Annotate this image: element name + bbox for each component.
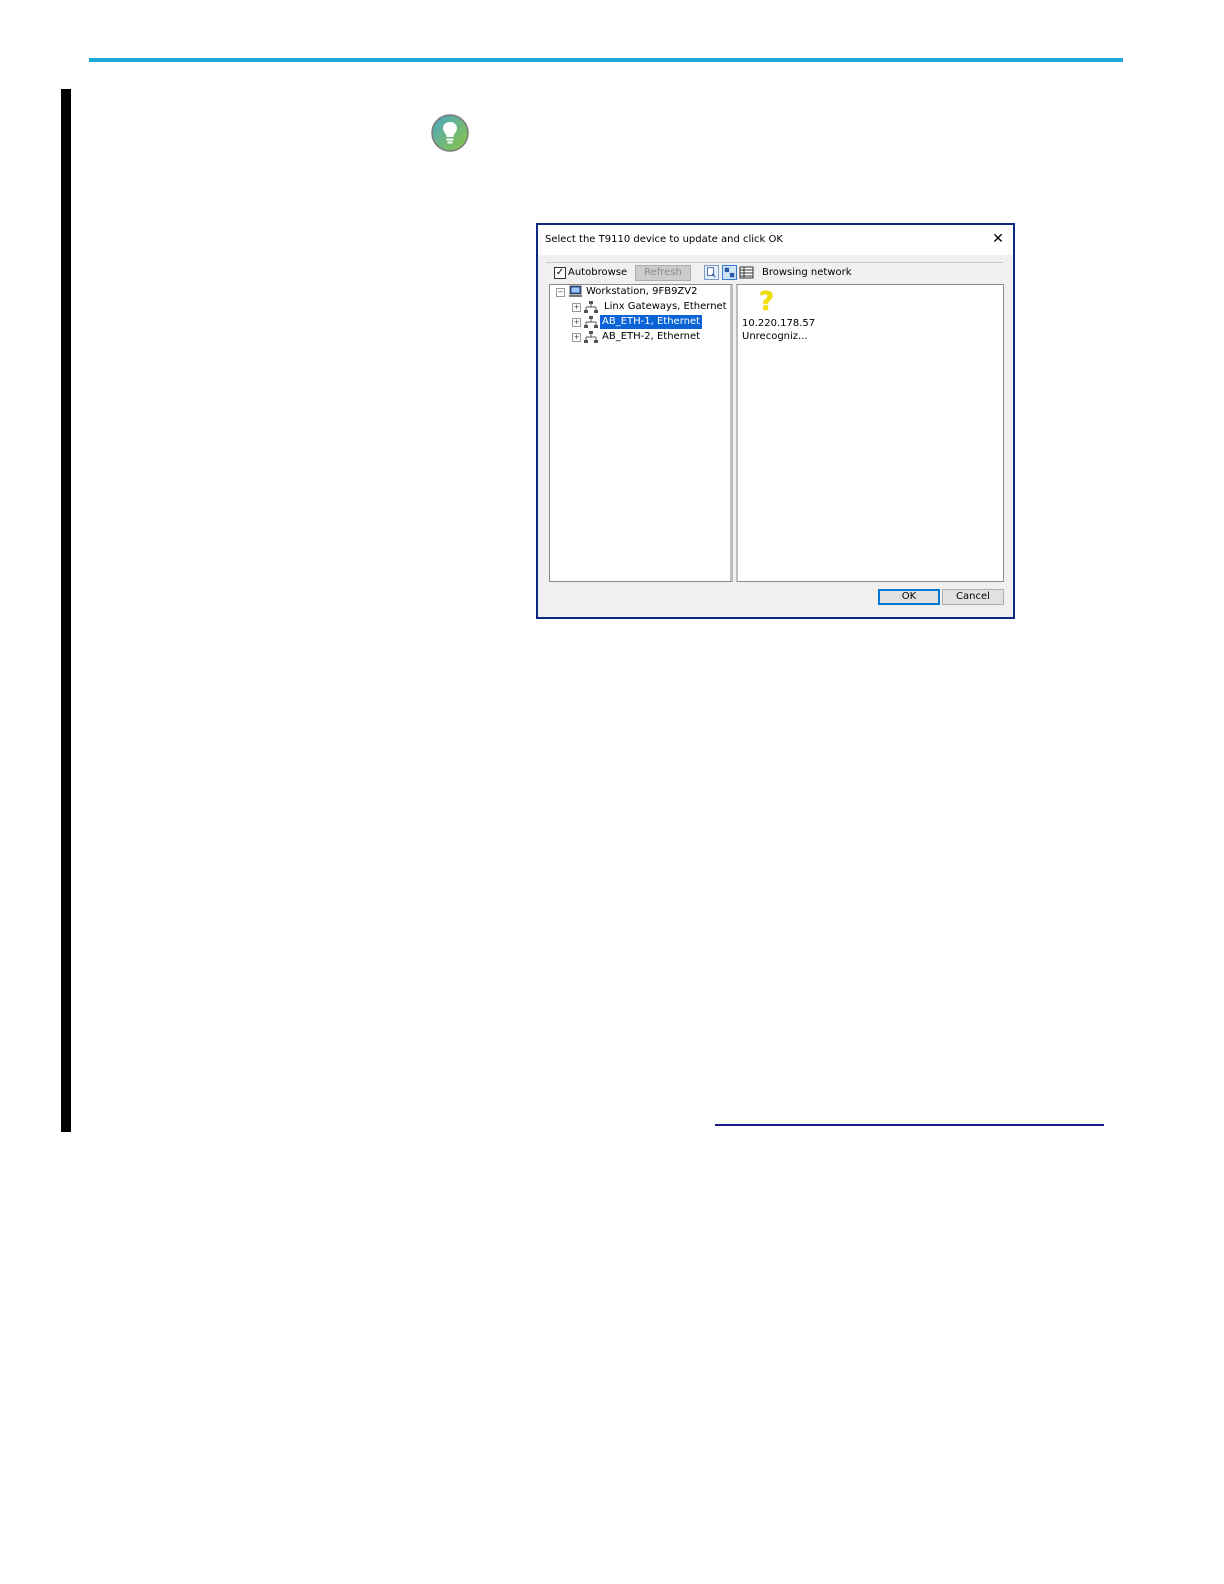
question-mark-icon: ? — [759, 287, 775, 317]
computer-icon — [569, 285, 582, 297]
expand-icon[interactable]: + — [572, 333, 581, 342]
dialog-titlebar: Select the T9110 device to update and cl… — [538, 225, 1013, 255]
tree-item-label: Linx Gateways, Ethernet — [604, 301, 727, 312]
browse-tree-icon[interactable] — [704, 265, 719, 280]
change-bar — [61, 89, 71, 1132]
refresh-button[interactable]: Refresh — [635, 265, 691, 281]
network-icon — [584, 316, 598, 328]
list-view-icon[interactable] — [739, 265, 754, 280]
toolbar-separator — [546, 262, 1003, 263]
close-button[interactable]: ✕ — [989, 230, 1007, 248]
network-icon — [584, 331, 598, 343]
ok-button[interactable]: OK — [878, 589, 940, 605]
network-tree[interactable]: − Workstation, 9FB9ZV2 + Linx Gateways, … — [549, 284, 733, 582]
autobrowse-label: Autobrowse — [568, 267, 628, 278]
network-icon — [584, 301, 598, 313]
cancel-button[interactable]: Cancel — [942, 589, 1004, 605]
expand-icon[interactable]: + — [572, 303, 581, 312]
tree-item-label: AB_ETH-2, Ethernet — [602, 331, 701, 342]
tree-item-label: Workstation, 9FB9ZV2 — [586, 286, 698, 297]
device-status: Unrecogniz... — [742, 331, 808, 342]
device-list-pane: ? 10.220.178.57 Unrecogniz... — [736, 284, 1004, 582]
device-item[interactable]: ? 10.220.178.57 Unrecogniz... — [738, 285, 815, 347]
expand-icon[interactable]: + — [572, 318, 581, 327]
dialog-toolbar: ✓ Autobrowse Refresh Browsing network — [550, 265, 1003, 283]
autobrowse-checkbox[interactable]: ✓ — [554, 267, 566, 279]
browse-status: Browsing network — [762, 267, 852, 278]
tree-item-label-selected: AB_ETH-1, Ethernet — [598, 314, 704, 330]
footer-link-rule — [715, 1124, 1104, 1126]
device-ip: 10.220.178.57 — [742, 318, 816, 329]
collapse-icon[interactable]: − — [556, 288, 565, 297]
select-device-dialog: Select the T9110 device to update and cl… — [536, 223, 1015, 619]
dialog-title: Select the T9110 device to update and cl… — [545, 234, 783, 245]
lightbulb-icon — [431, 114, 469, 152]
header-rule — [89, 58, 1123, 62]
device-view-icon[interactable] — [722, 265, 737, 280]
